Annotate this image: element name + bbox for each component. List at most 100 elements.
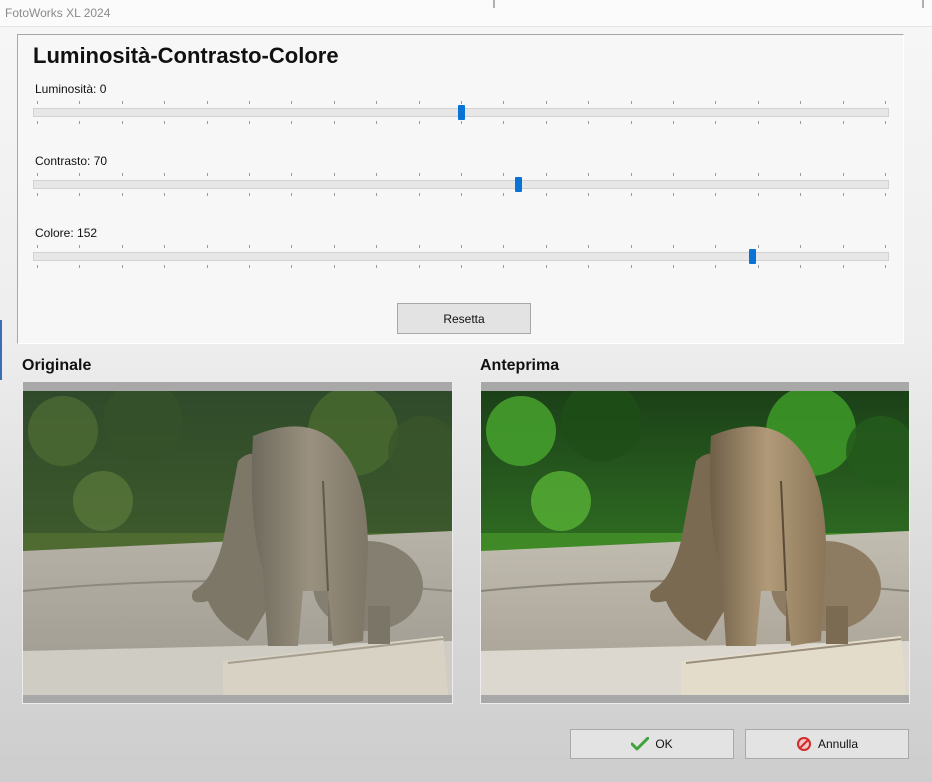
- panel-title: Luminosità-Contrasto-Colore: [33, 43, 339, 68]
- slider-tick: [800, 265, 801, 268]
- slider-tick: [546, 173, 547, 176]
- original-image-frame: [22, 381, 453, 704]
- slider-tick: [291, 245, 292, 248]
- slider-tick: [122, 101, 123, 104]
- slider-tick: [461, 193, 462, 196]
- cancel-button-label: Annulla: [817, 737, 859, 751]
- slider-tick: [207, 193, 208, 196]
- slider-tick: [715, 173, 716, 176]
- slider-tick: [758, 245, 759, 248]
- slider-tick: [843, 193, 844, 196]
- slider-tick: [291, 121, 292, 124]
- cancel-button[interactable]: Annulla: [745, 729, 909, 759]
- slider-tick: [673, 121, 674, 124]
- slider-tick: [291, 101, 292, 104]
- slider-tick: [843, 265, 844, 268]
- slider-tick: [503, 101, 504, 104]
- slider-tick: [37, 121, 38, 124]
- slider-tick: [715, 245, 716, 248]
- slider-tick: [715, 265, 716, 268]
- slider-tick: [800, 193, 801, 196]
- slider-tick: [758, 193, 759, 196]
- title-bar: FotoWorks XL 2024: [0, 0, 932, 27]
- slider-tick: [885, 245, 886, 248]
- slider-tick: [164, 245, 165, 248]
- slider-tick: [376, 265, 377, 268]
- slider-tick: [800, 121, 801, 124]
- slider-tick: [207, 101, 208, 104]
- slider-tick: [249, 121, 250, 124]
- slider-tick: [800, 101, 801, 104]
- brightness-label: Luminosità: 0: [35, 82, 107, 96]
- slider-tick: [885, 121, 886, 124]
- slider-track[interactable]: [33, 180, 889, 189]
- slider-tick: [249, 193, 250, 196]
- slider-tick: [885, 173, 886, 176]
- slider-tick: [164, 265, 165, 268]
- slider-tick: [79, 265, 80, 268]
- window-edge-accent: [0, 320, 2, 380]
- slider-tick: [164, 101, 165, 104]
- slider-tick: [122, 193, 123, 196]
- slider-thumb[interactable]: [749, 249, 756, 264]
- contrast-label: Contrasto: 70: [35, 154, 108, 168]
- slider-tick: [843, 245, 844, 248]
- reset-button-label: Resetta: [443, 311, 485, 326]
- slider-tick: [631, 193, 632, 196]
- slider-tick: [334, 265, 335, 268]
- slider-tick: [122, 245, 123, 248]
- slider-tick: [546, 245, 547, 248]
- slider-tick: [122, 173, 123, 176]
- slider-tick: [843, 173, 844, 176]
- slider-tick: [588, 193, 589, 196]
- slider-thumb[interactable]: [458, 105, 465, 120]
- elephant-photo-preview: [481, 391, 909, 695]
- slider-tick: [673, 265, 674, 268]
- slider-tick: [503, 173, 504, 176]
- slider-tick: [249, 101, 250, 104]
- slider-tick: [207, 245, 208, 248]
- slider-tick: [419, 193, 420, 196]
- slider-tick: [461, 173, 462, 176]
- ok-button[interactable]: OK: [570, 729, 734, 759]
- slider-tick: [334, 245, 335, 248]
- ok-button-label: OK: [655, 737, 673, 751]
- slider-tick: [503, 265, 504, 268]
- slider-tick: [461, 265, 462, 268]
- slider-tick: [207, 265, 208, 268]
- slider-track[interactable]: [33, 252, 889, 261]
- original-heading: Originale: [22, 357, 92, 374]
- slider-tick: [419, 265, 420, 268]
- slider-tick: [291, 173, 292, 176]
- slider-tick: [631, 245, 632, 248]
- slider-tick: [79, 193, 80, 196]
- slider-thumb[interactable]: [515, 177, 522, 192]
- slider-tick: [419, 121, 420, 124]
- slider-tick: [546, 265, 547, 268]
- reset-button[interactable]: Resetta: [397, 303, 531, 334]
- slider-tick: [291, 193, 292, 196]
- slider-tick: [631, 121, 632, 124]
- slider-tick: [588, 173, 589, 176]
- slider-tick: [249, 173, 250, 176]
- slider-tick: [122, 121, 123, 124]
- slider-tick: [503, 193, 504, 196]
- slider-tick: [376, 173, 377, 176]
- slider-tick: [758, 121, 759, 124]
- slider-tick: [715, 121, 716, 124]
- color-label: Colore: 152: [35, 226, 98, 240]
- slider-tick: [37, 193, 38, 196]
- slider-tick: [546, 121, 547, 124]
- slider-tick: [79, 245, 80, 248]
- slider-tick: [37, 245, 38, 248]
- slider-tick: [588, 101, 589, 104]
- slider-tick: [249, 245, 250, 248]
- slider-tick: [546, 193, 547, 196]
- slider-tick: [376, 193, 377, 196]
- elephant-photo-original: [23, 391, 452, 695]
- slider-tick: [334, 173, 335, 176]
- preview-photo: [481, 391, 909, 695]
- slider-tick: [376, 101, 377, 104]
- slider-tick: [334, 121, 335, 124]
- slider-tick: [843, 121, 844, 124]
